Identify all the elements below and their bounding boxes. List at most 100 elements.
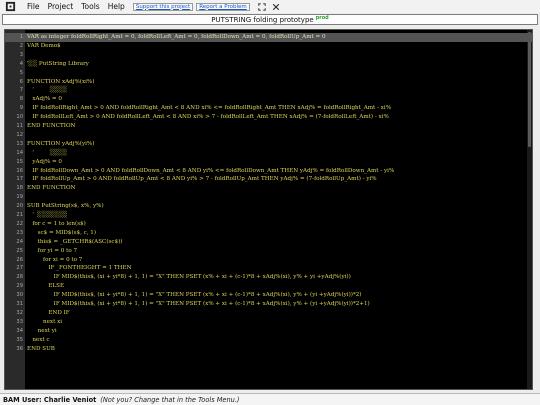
user-label: BAM User: Charlie Veniot — [3, 395, 97, 404]
code-line[interactable]: 22 for c = 1 to len(s$) — [5, 220, 532, 229]
line-number: 15 — [16, 158, 23, 165]
code-line[interactable]: 8 xAdj% = 0 — [5, 95, 532, 104]
code-text: IF _FONTHEIGHT = 1 THEN — [27, 265, 132, 272]
code-line[interactable]: 7 ' ░░░░ — [5, 86, 532, 95]
line-number: 10 — [16, 114, 23, 121]
code-line[interactable]: 36 END SUB — [5, 345, 532, 354]
menu-tools[interactable]: Tools — [81, 2, 99, 11]
code-text: '░░ PutString Library — [27, 60, 89, 67]
line-number: 17 — [16, 176, 23, 183]
code-line[interactable]: 12 — [5, 131, 532, 140]
code-text: IF foldRollLeft_Amt > 0 AND foldRollLeft… — [27, 114, 389, 121]
menu-project[interactable]: Project — [48, 2, 74, 11]
code-editor[interactable]: 1 VAR as integer foldRollRight_Amt = 0, f… — [4, 29, 533, 390]
code-line[interactable]: 11 END FUNCTION — [5, 122, 532, 131]
line-number: 24 — [16, 238, 23, 245]
line-number: 8 — [19, 96, 23, 103]
line-number: 11 — [16, 123, 23, 129]
line-number: 7 — [19, 87, 23, 94]
code-line[interactable]: 35 next c — [5, 336, 532, 345]
user-hint: (Not you? Change that in the Tools Menu.… — [100, 395, 240, 404]
code-line[interactable]: 13 FUNCTION yAdj%(yi%) — [5, 140, 532, 149]
code-text: VAR as integer foldRollRight_Amt = 0, fo… — [27, 34, 326, 40]
program-title-bar: PUTSTRING folding prototype prod — [2, 14, 538, 25]
code-text: for yi = 0 to 7 — [27, 247, 78, 254]
code-text: SUB PutString(s$, x%, y%) — [27, 203, 104, 210]
code-text: ' ░░░░░░░ — [27, 212, 68, 218]
code-line[interactable]: 4 '░░ PutString Library — [5, 60, 532, 69]
code-line[interactable]: 6 FUNCTION xAdj%(xi%) — [5, 78, 532, 87]
line-number: 13 — [16, 140, 23, 147]
code-line[interactable]: 19 — [5, 193, 532, 202]
line-number: 22 — [16, 220, 23, 227]
line-number: 21 — [16, 212, 23, 218]
report-problem-link[interactable]: Report a Problem — [196, 2, 250, 11]
code-line[interactable]: 16 IF foldRollDown_Amt > 0 AND foldRollD… — [5, 167, 532, 176]
code-text: IF MID$(this$, (xi + yi*8) + 1, 1) = "X"… — [27, 274, 351, 281]
line-number: 20 — [16, 203, 23, 210]
line-number: 34 — [16, 327, 23, 334]
code-line[interactable]: 31 IF MID$(this$, (xi + yi*8) + 1, 1) = … — [5, 300, 532, 309]
code-text: END FUNCTION — [27, 123, 76, 129]
close-icon[interactable] — [272, 2, 281, 11]
line-number: 3 — [19, 51, 23, 58]
code-line[interactable]: 26 for xi = 0 to 7 — [5, 256, 532, 265]
support-project-link[interactable]: Support this project — [132, 2, 194, 11]
fullscreen-icon[interactable] — [258, 2, 267, 11]
code-line[interactable]: 30 IF MID$(this$, (xi + yi*8) + 1, 1) = … — [5, 291, 532, 300]
code-text: xAdj% = 0 — [27, 96, 62, 103]
line-number: 32 — [16, 309, 23, 316]
code-text: FUNCTION xAdj%(xi%) — [27, 78, 95, 85]
code-text: next c — [27, 336, 50, 343]
code-line[interactable]: 24 this$ = _GETCHR$(ASC(sc$)) — [5, 238, 532, 247]
code-text: next yi — [27, 327, 57, 334]
line-number: 26 — [16, 256, 23, 263]
code-line[interactable]: 34 next yi — [5, 327, 532, 336]
code-line[interactable]: 33 next xi — [5, 318, 532, 327]
status-bar: BAM User: Charlie Veniot (Not you? Chang… — [0, 393, 540, 405]
code-line[interactable]: 5 — [5, 69, 532, 78]
code-text: END SUB — [27, 345, 55, 352]
code-line[interactable]: 29 ELSE — [5, 282, 532, 291]
code-text: this$ = _GETCHR$(ASC(sc$)) — [27, 238, 123, 245]
code-text: IF foldRollUp_Amt > 0 AND foldRollUp_Amt… — [27, 176, 377, 183]
env-badge: prod — [315, 14, 329, 21]
code-line[interactable]: 25 for yi = 0 to 7 — [5, 247, 532, 256]
code-text: IF foldRollRight_Amt > 0 AND foldRollRig… — [27, 105, 392, 112]
code-line[interactable]: 27 IF _FONTHEIGHT = 1 THEN — [5, 264, 532, 273]
code-line[interactable]: 28 IF MID$(this$, (xi + yi*8) + 1, 1) = … — [5, 273, 532, 282]
line-number: 25 — [16, 247, 23, 254]
code-line[interactable]: 17 IF foldRollUp_Amt > 0 AND foldRollUp_… — [5, 175, 532, 184]
code-line[interactable]: 10 IF foldRollLeft_Amt > 0 AND foldRollL… — [5, 113, 532, 122]
code-text: ' ░░░░ — [27, 87, 68, 94]
code-line[interactable]: 20 SUB PutString(s$, x%, y%) — [5, 202, 532, 211]
code-text: IF foldRollDown_Amt > 0 AND foldRollDown… — [27, 167, 395, 174]
code-line[interactable]: 23 sc$ = MID$(s$, c, 1) — [5, 229, 532, 238]
code-line[interactable]: 14 ' ░░░░ — [5, 149, 532, 158]
code-line[interactable]: 9 IF foldRollRight_Amt > 0 AND foldRollR… — [5, 104, 532, 113]
line-number: 31 — [16, 301, 23, 307]
code-line[interactable]: 1 VAR as integer foldRollRight_Amt = 0, f… — [5, 33, 532, 42]
code-line[interactable]: 18 END FUNCTION — [5, 184, 532, 193]
code-line[interactable]: 15 yAdj% = 0 — [5, 158, 532, 167]
code-text: ' ░░░░ — [27, 149, 68, 156]
menu-file[interactable]: File — [27, 2, 40, 11]
line-number: 12 — [16, 131, 23, 138]
line-number: 28 — [16, 274, 23, 281]
code-line[interactable]: 21 ' ░░░░░░░ — [5, 211, 532, 220]
code-text: IF MID$(this$, (xi + yi*8) + 1, 1) = "X"… — [27, 301, 370, 307]
code-text: for xi = 0 to 7 — [27, 256, 83, 263]
code-text: FUNCTION yAdj%(yi%) — [27, 140, 95, 147]
code-text: next xi — [27, 318, 63, 325]
code-text: yAdj% = 0 — [27, 158, 62, 165]
line-number: 23 — [16, 229, 23, 236]
menu-help[interactable]: Help — [108, 2, 125, 11]
line-number: 35 — [16, 336, 23, 343]
code-line[interactable]: 3 — [5, 51, 532, 60]
line-number: 27 — [16, 265, 23, 272]
code-line[interactable]: 32 END IF — [5, 309, 532, 318]
line-number: 2 — [19, 42, 23, 49]
code-text: for c = 1 to len(s$) — [27, 220, 86, 227]
code-text: VAR Demo$ — [27, 42, 61, 49]
code-line[interactable]: 2 VAR Demo$ — [5, 42, 532, 51]
